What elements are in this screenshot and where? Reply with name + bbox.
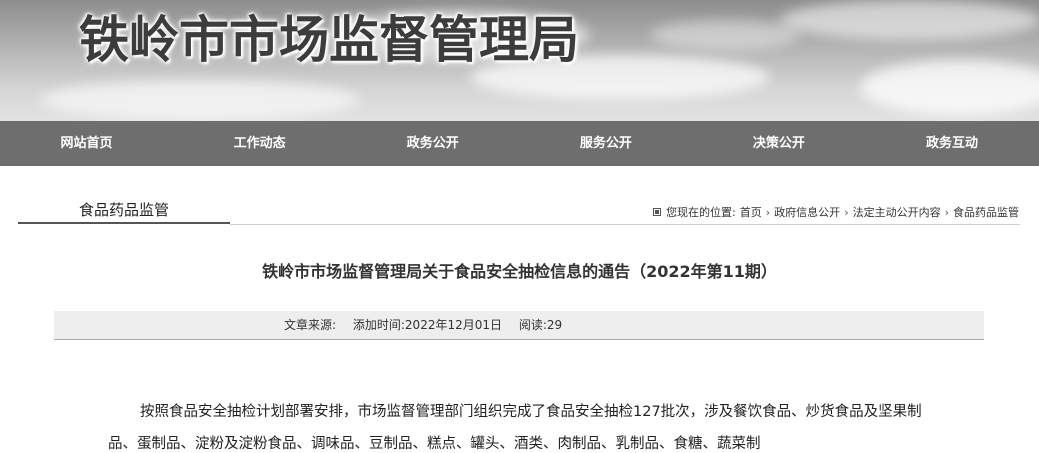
header-banner: 铁岭市市场监督管理局 <box>0 0 1039 121</box>
breadcrumb-label: 您现在的位置: <box>666 206 736 219</box>
article-body: 按照食品安全抽检计划部署安排，市场监督管理部门组织完成了食品安全抽检127批次，… <box>108 404 922 452</box>
banner-cloud <box>40 80 360 120</box>
nav-item-gov-disclosure[interactable]: 政务公开 <box>346 121 519 166</box>
nav-item-gov-interaction[interactable]: 政务互动 <box>865 121 1038 166</box>
breadcrumb-separator: › <box>844 205 849 219</box>
section-tab[interactable]: 食品药品监管 <box>18 200 230 224</box>
nav-item-work-news[interactable]: 工作动态 <box>173 121 346 166</box>
breadcrumb: 您现在的位置: 首页 › 政府信息公开 › 法定主动公开内容 › 食品药品监管 <box>653 204 1019 220</box>
nav-item-home[interactable]: 网站首页 <box>0 121 173 166</box>
banner-cloud <box>780 0 1039 40</box>
meta-date: 添加时间:2022年12月01日 <box>352 318 502 332</box>
article-title: 铁岭市市场监督管理局关于食品安全抽检信息的通告（2022年第11期） <box>262 262 777 281</box>
banner-cloud <box>650 20 800 50</box>
breadcrumb-separator: › <box>765 205 771 219</box>
nav-item-decision-disclosure[interactable]: 决策公开 <box>692 121 865 166</box>
breadcrumb-home[interactable]: 首页 <box>740 204 762 220</box>
location-icon <box>653 208 662 216</box>
banner-cloud <box>860 60 1039 115</box>
article-meta: 文章来源: 添加时间:2022年12月01日 阅读:29 <box>54 311 984 340</box>
section-divider <box>230 224 1020 225</box>
meta-reads: 阅读:29 <box>518 318 563 332</box>
breadcrumb-statutory[interactable]: 法定主动公开内容 <box>853 204 941 220</box>
breadcrumb-separator: › <box>944 205 949 219</box>
breadcrumb-food-drug[interactable]: 食品药品监管 <box>953 204 1019 220</box>
meta-source: 文章来源: <box>284 318 337 332</box>
main-nav: 网站首页 工作动态 政务公开 服务公开 决策公开 政务互动 <box>0 121 1039 166</box>
site-title: 铁岭市市场监督管理局 <box>79 11 579 69</box>
nav-item-service-disclosure[interactable]: 服务公开 <box>519 121 692 166</box>
breadcrumb-gov-info[interactable]: 政府信息公开 <box>774 204 840 220</box>
